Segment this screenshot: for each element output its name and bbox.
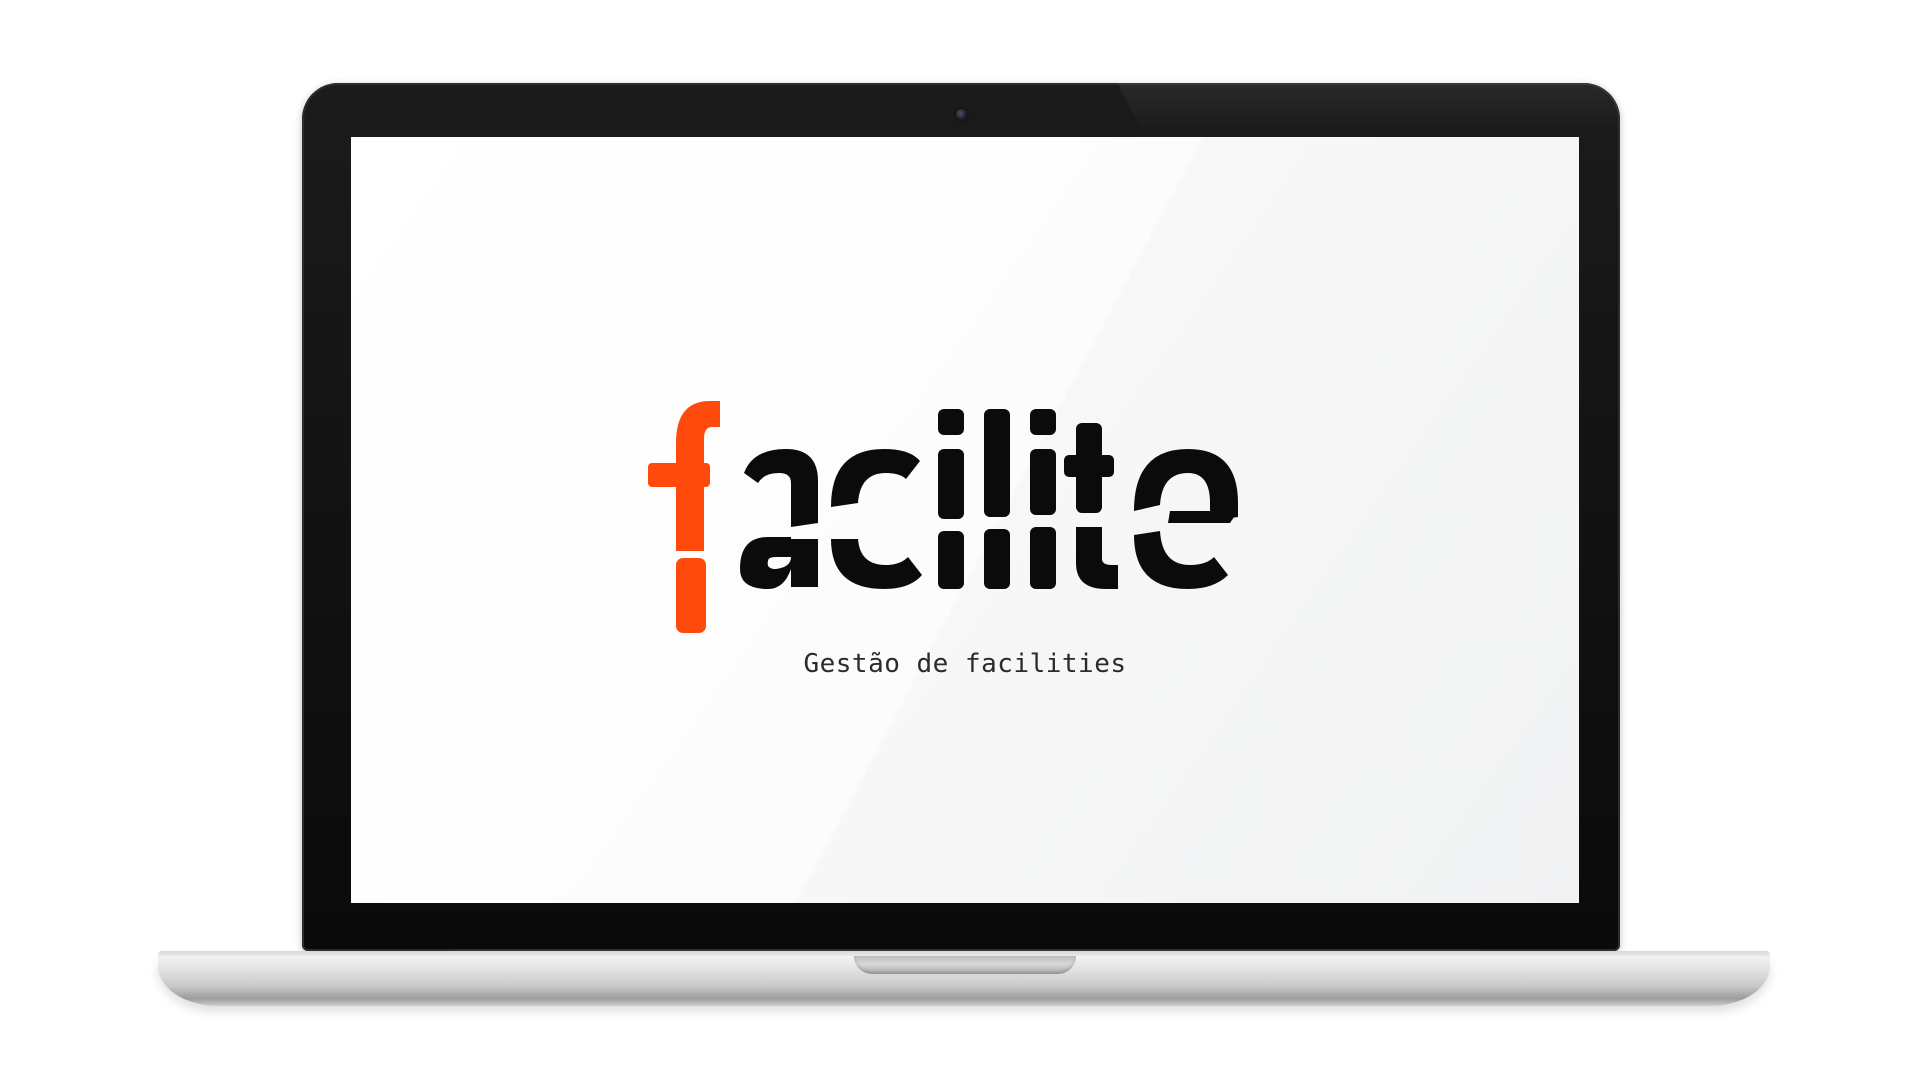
stage: Gestão de facilities	[0, 0, 1920, 1080]
logo-letter-t	[1064, 423, 1118, 589]
logo-letter-f	[648, 401, 720, 633]
logo-letter-l	[984, 409, 1010, 589]
logo-letter-e	[1134, 449, 1238, 589]
tagline: Gestão de facilities	[803, 649, 1127, 679]
facilite-logo	[648, 401, 1238, 633]
logo-letter-a	[740, 449, 818, 589]
laptop-opening-notch	[854, 956, 1076, 974]
camera-icon	[956, 109, 967, 120]
logo-letter-i	[938, 409, 964, 589]
logo-letter-i-2	[1030, 409, 1056, 589]
lid-gloss	[1117, 83, 1620, 135]
laptop-screen: Gestão de facilities	[351, 137, 1579, 903]
logo-letter-c	[831, 449, 922, 589]
